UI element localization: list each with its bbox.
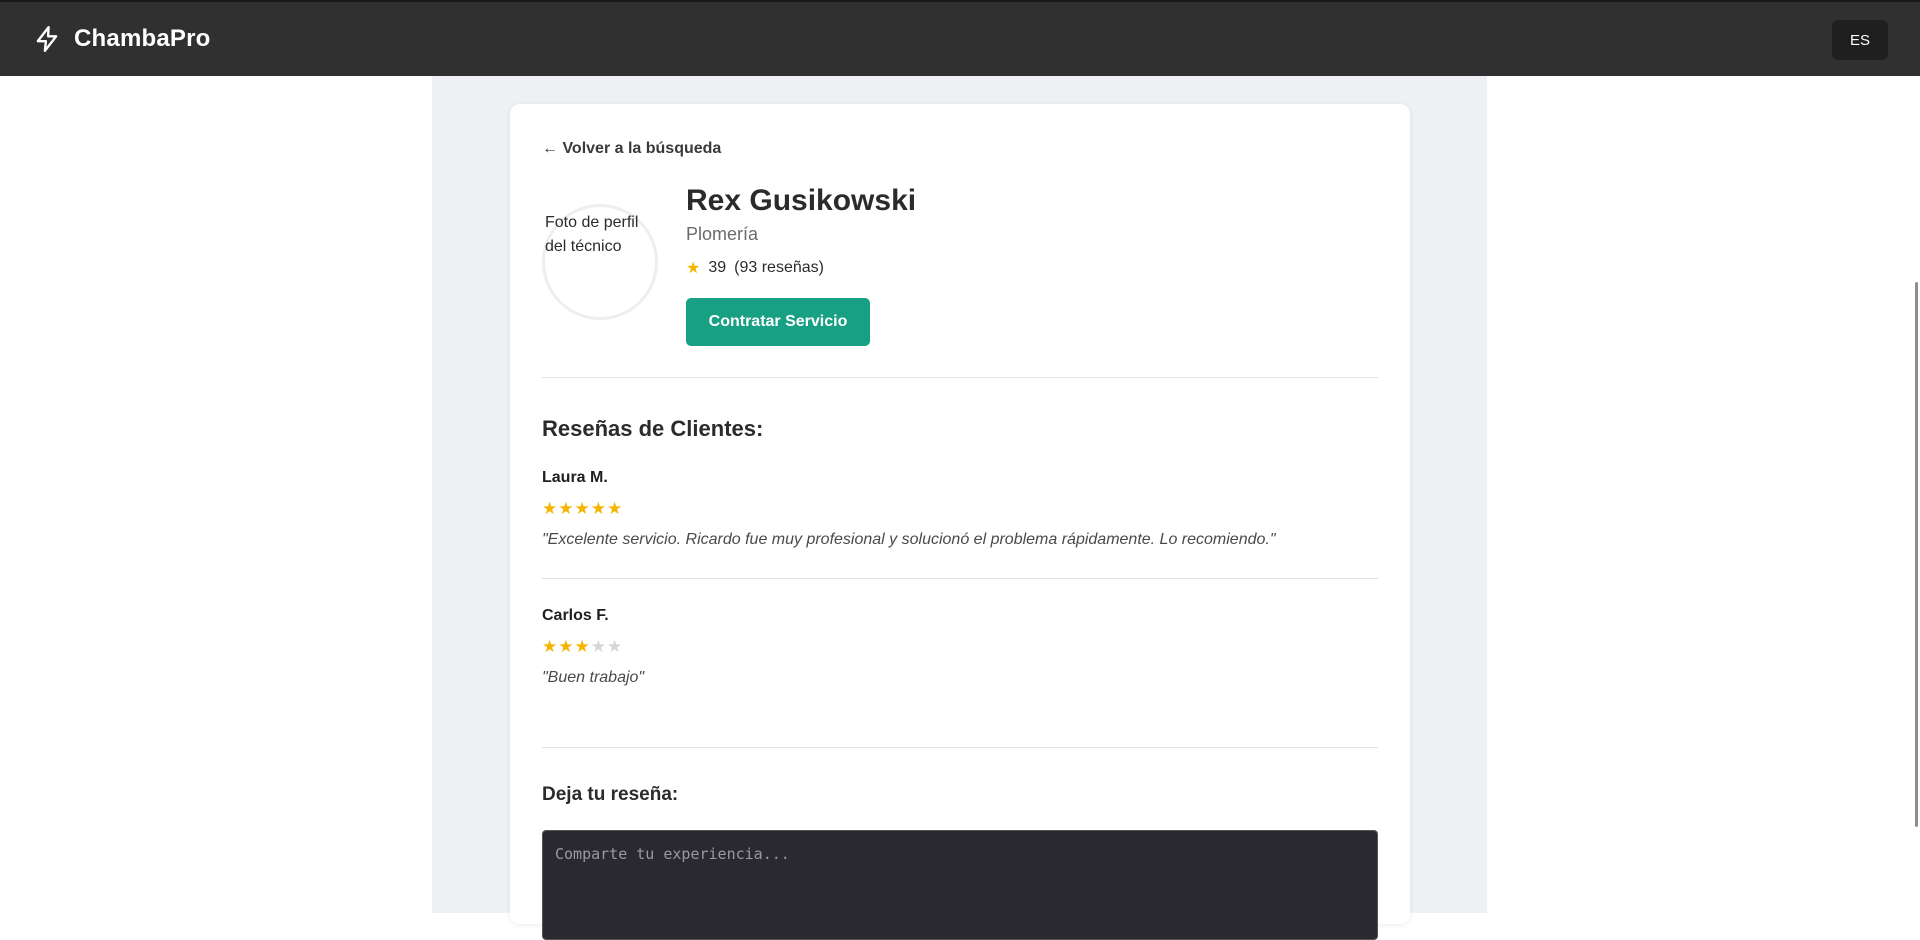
brand[interactable]: ChambaPro bbox=[34, 25, 211, 53]
top-navbar: ChambaPro ES bbox=[0, 0, 1920, 76]
reviews-count: (93 reseñas) bbox=[734, 259, 824, 276]
technician-profile-card: ← Volver a la búsqueda Foto de perfil de… bbox=[510, 104, 1410, 940]
lightning-bolt-icon bbox=[34, 25, 60, 53]
review-item: Laura M. ★★★★★ "Excelente servicio. Rica… bbox=[542, 469, 1378, 549]
brand-name: ChambaPro bbox=[74, 25, 211, 52]
review-stars: ★★★★★ bbox=[542, 499, 1378, 519]
star-filled-icon: ★ bbox=[558, 637, 575, 656]
divider bbox=[542, 578, 1378, 579]
hire-service-button[interactable]: Contratar Servicio bbox=[686, 298, 870, 346]
star-empty-icon: ★ bbox=[607, 637, 624, 656]
scrollbar[interactable] bbox=[1910, 76, 1920, 913]
review-textarea[interactable] bbox=[542, 830, 1378, 940]
leave-review-title: Deja tu reseña: bbox=[542, 784, 679, 805]
rating-value: 39 bbox=[708, 259, 727, 276]
star-filled-icon: ★ bbox=[558, 499, 575, 518]
technician-trade: Plomería bbox=[686, 224, 759, 244]
avatar: Foto de perfil del técnico bbox=[542, 204, 658, 320]
star-filled-icon: ★ bbox=[542, 499, 559, 518]
review-text: "Excelente servicio. Ricardo fue muy pro… bbox=[542, 531, 1276, 548]
review-item: Carlos F. ★★★★★ "Buen trabajo" bbox=[542, 607, 1378, 687]
star-filled-icon: ★ bbox=[607, 499, 624, 518]
review-stars: ★★★★★ bbox=[542, 637, 1378, 657]
star-filled-icon: ★ bbox=[590, 499, 607, 518]
review-text: "Buen trabajo" bbox=[542, 669, 645, 686]
divider bbox=[542, 747, 1378, 748]
scrollbar-thumb[interactable] bbox=[1915, 282, 1918, 827]
star-empty-icon: ★ bbox=[590, 637, 607, 656]
back-to-search-link[interactable]: ← Volver a la búsqueda bbox=[542, 140, 721, 158]
reviews-title: Reseñas de Clientes: bbox=[542, 416, 764, 441]
star-filled-icon: ★ bbox=[574, 637, 591, 656]
rating-summary: ★ 39 (93 reseñas) bbox=[686, 258, 824, 278]
review-author: Laura M. bbox=[542, 469, 608, 486]
star-filled-icon: ★ bbox=[574, 499, 591, 518]
star-icon: ★ bbox=[686, 260, 701, 277]
language-button[interactable]: ES bbox=[1832, 20, 1888, 60]
avatar-alt-text: Foto de perfil del técnico bbox=[545, 214, 639, 255]
star-filled-icon: ★ bbox=[542, 637, 559, 656]
divider bbox=[542, 377, 1378, 378]
technician-name: Rex Gusikowski bbox=[686, 184, 917, 217]
review-author: Carlos F. bbox=[542, 607, 609, 624]
